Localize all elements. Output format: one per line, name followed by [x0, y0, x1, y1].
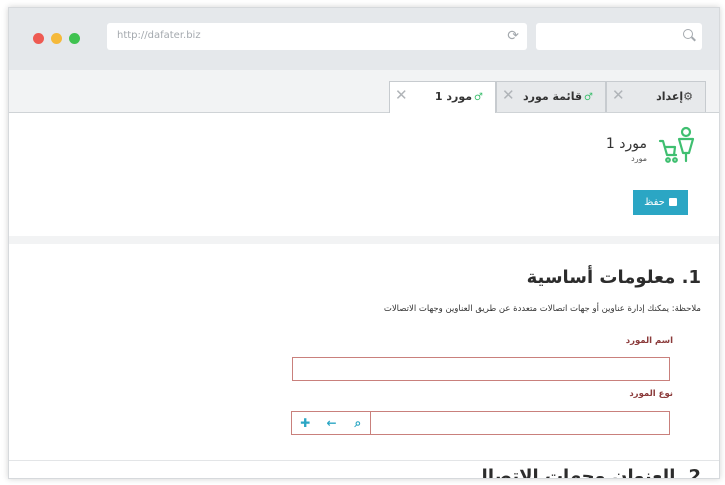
section-divider	[9, 460, 719, 461]
page-title: مورد 1	[605, 136, 647, 152]
supplier-name-label: اسم المورد	[625, 336, 673, 346]
form-panel: 1. معلومات أساسية ملاحظة: يمكنك إدارة عن…	[9, 244, 719, 479]
browser-toolbar: http://dafater.biz ⟳	[9, 8, 719, 70]
page-subtitle: مورد	[631, 154, 647, 163]
tab-supplier-list[interactable]: ✕ ♂قائمة مورد	[496, 81, 606, 112]
tab-label: قائمة مورد	[523, 90, 583, 103]
supplier-name-input[interactable]	[292, 357, 670, 381]
supplier-icon	[658, 126, 695, 163]
tab-label: مورد 1	[434, 90, 473, 103]
supplier-icon: ♂	[584, 92, 593, 103]
tab-supplier-1[interactable]: ✕ ♂مورد 1	[389, 81, 496, 113]
save-label: حفظ	[644, 197, 665, 208]
browser-window: http://dafater.biz ⟳ ✕ ⚙إعداد ✕ ♂قائمة م…	[8, 7, 720, 479]
header-panel: مورد 1 مورد حفظ	[9, 113, 719, 236]
address-bar[interactable]: http://dafater.biz ⟳	[107, 23, 527, 50]
gear-icon: ⚙	[683, 90, 693, 103]
browser-search-input[interactable]	[536, 23, 702, 50]
supplier-type-input[interactable]	[370, 411, 670, 435]
search-icon[interactable]: ⌕	[345, 412, 371, 434]
url-text: http://dafater.biz	[117, 30, 201, 41]
maximize-window-button[interactable]	[69, 33, 80, 44]
minimize-window-button[interactable]	[51, 33, 62, 44]
tab-bar: ✕ ⚙إعداد ✕ ♂قائمة مورد ✕ ♂مورد 1	[9, 70, 719, 113]
floppy-icon	[668, 198, 677, 206]
supplier-type-label: نوع المورد	[629, 389, 673, 399]
section-title-basic-info: 1. معلومات أساسية	[526, 267, 701, 288]
tab-label: إعداد	[656, 90, 684, 103]
section-note: ملاحظة: يمكنك إدارة عناوين أو جهات اتصال…	[383, 304, 701, 314]
section-title-address: 2. العنوان وجهات الاتصال	[472, 466, 701, 479]
close-icon[interactable]: ✕	[612, 86, 625, 104]
add-icon[interactable]: ✚	[292, 412, 318, 434]
arrow-left-icon[interactable]: ←	[318, 412, 344, 434]
close-icon[interactable]: ✕	[502, 86, 515, 104]
lookup-buttons: ✚ ← ⌕	[291, 411, 371, 435]
search-icon[interactable]	[683, 29, 693, 39]
save-button[interactable]: حفظ	[633, 190, 688, 215]
close-icon[interactable]: ✕	[395, 86, 408, 104]
close-window-button[interactable]	[33, 33, 44, 44]
supplier-icon: ♂	[474, 92, 483, 103]
reload-icon[interactable]: ⟳	[507, 28, 519, 44]
tab-settings[interactable]: ✕ ⚙إعداد	[606, 81, 706, 112]
